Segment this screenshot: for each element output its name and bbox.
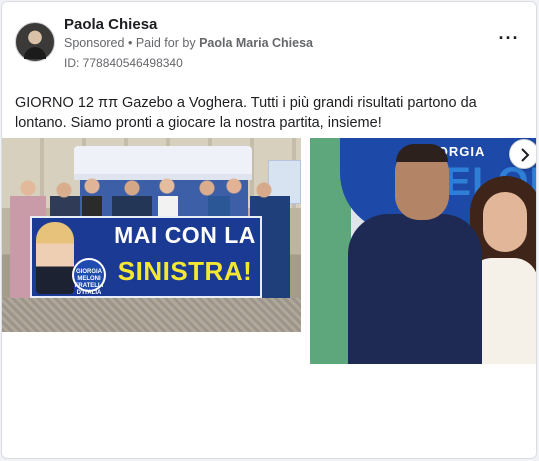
- paid-for-prefix: Paid for by: [135, 36, 196, 50]
- more-options-icon[interactable]: ···: [496, 29, 522, 52]
- avatar[interactable]: [15, 22, 55, 62]
- image-carousel: GIORGIA MELONI FRATELLI D'ITALIA MAI CON…: [2, 138, 536, 364]
- banner-portrait: [36, 222, 74, 294]
- author-name[interactable]: Paola Chiesa: [64, 16, 157, 33]
- banner-line2: SINISTRA!: [117, 256, 253, 286]
- ad-id: ID: 778840546498340: [64, 56, 183, 70]
- chevron-right-icon: [521, 148, 530, 162]
- meta-separator: •: [127, 36, 136, 50]
- photo-man-hair: [396, 144, 448, 162]
- party-logo: GIORGIA MELONI FRATELLI D'ITALIA: [72, 258, 106, 296]
- campaign-banner: GIORGIA MELONI FRATELLI D'ITALIA MAI CON…: [30, 216, 262, 298]
- photo-woman-face: [483, 192, 527, 252]
- paid-for-name: Paola Maria Chiesa: [199, 36, 314, 50]
- sponsored-label: Sponsored: [64, 36, 125, 50]
- post-text: GIORNO 12 ππ Gazebo a Voghera. Tutti i p…: [15, 95, 477, 131]
- carousel-image-portrait[interactable]: GIORGIA MELONI: [310, 138, 536, 364]
- photo-cobblestones: [2, 298, 301, 332]
- ad-card: Paola Chiesa Sponsored • Paid for by Pao…: [1, 1, 537, 459]
- sponsored-meta: Sponsored • Paid for by Paola Maria Chie…: [64, 36, 313, 50]
- carousel-next-button[interactable]: [509, 139, 536, 169]
- carousel-image-gazebo[interactable]: GIORGIA MELONI FRATELLI D'ITALIA MAI CON…: [2, 138, 301, 332]
- photo-gazebo-tent: [74, 146, 252, 180]
- photo-man-body: [348, 214, 482, 364]
- banner-line1: MAI CON LA: [114, 222, 256, 248]
